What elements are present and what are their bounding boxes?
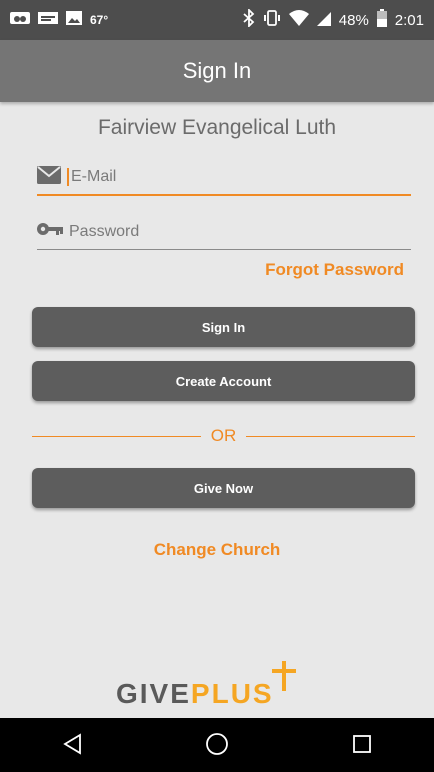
or-text: OR	[210, 426, 237, 445]
app-bar: Sign In	[0, 40, 434, 102]
news-icon	[38, 10, 58, 30]
home-button[interactable]	[197, 725, 237, 765]
forgot-password-link[interactable]: Forgot Password	[265, 260, 404, 280]
key-icon	[37, 222, 63, 241]
password-input[interactable]	[69, 222, 369, 241]
giveplus-logo: GIVE PLUS	[116, 661, 326, 710]
text-caret	[67, 168, 69, 186]
plus-cross-icon	[271, 661, 296, 698]
envelope-icon	[37, 165, 61, 189]
wifi-icon	[288, 10, 309, 30]
navigation-bar	[0, 718, 434, 772]
email-input[interactable]	[71, 168, 371, 186]
gallery-icon	[10, 10, 30, 30]
page-title: Sign In	[182, 58, 252, 83]
home-icon	[205, 732, 229, 759]
back-button[interactable]	[52, 725, 92, 765]
change-church-link[interactable]: Change Church	[0, 540, 434, 560]
church-name: Fairview Evangelical Luth	[97, 116, 337, 139]
signal-icon	[316, 10, 331, 30]
create-account-button[interactable]: Create Account	[32, 361, 415, 401]
recents-button[interactable]	[342, 725, 382, 765]
battery-icon	[376, 9, 387, 31]
email-field-container	[37, 160, 411, 196]
logo-plus-text: PLUS	[190, 678, 274, 709]
divider-line-left	[32, 435, 201, 437]
clock-text: 2:01	[394, 11, 424, 29]
sign-in-button[interactable]: Sign In	[32, 307, 415, 347]
status-bar-right: 48% 2:01	[243, 7, 424, 31]
temperature-text: 67°	[90, 13, 109, 27]
status-bar-left: 67°	[10, 10, 108, 30]
password-field-container	[37, 214, 411, 250]
vibrate-icon	[263, 10, 281, 30]
back-icon	[62, 732, 82, 758]
bluetooth-icon	[243, 7, 255, 31]
image-icon	[66, 10, 82, 30]
or-divider: OR	[32, 424, 415, 448]
logo-give-text: GIVE	[116, 678, 191, 709]
give-now-button[interactable]: Give Now	[32, 468, 415, 508]
status-bar: 67° 48% 2:01	[0, 0, 434, 40]
battery-percent-text: 48%	[338, 11, 369, 29]
recents-icon	[352, 734, 372, 757]
divider-line-right	[246, 435, 415, 437]
